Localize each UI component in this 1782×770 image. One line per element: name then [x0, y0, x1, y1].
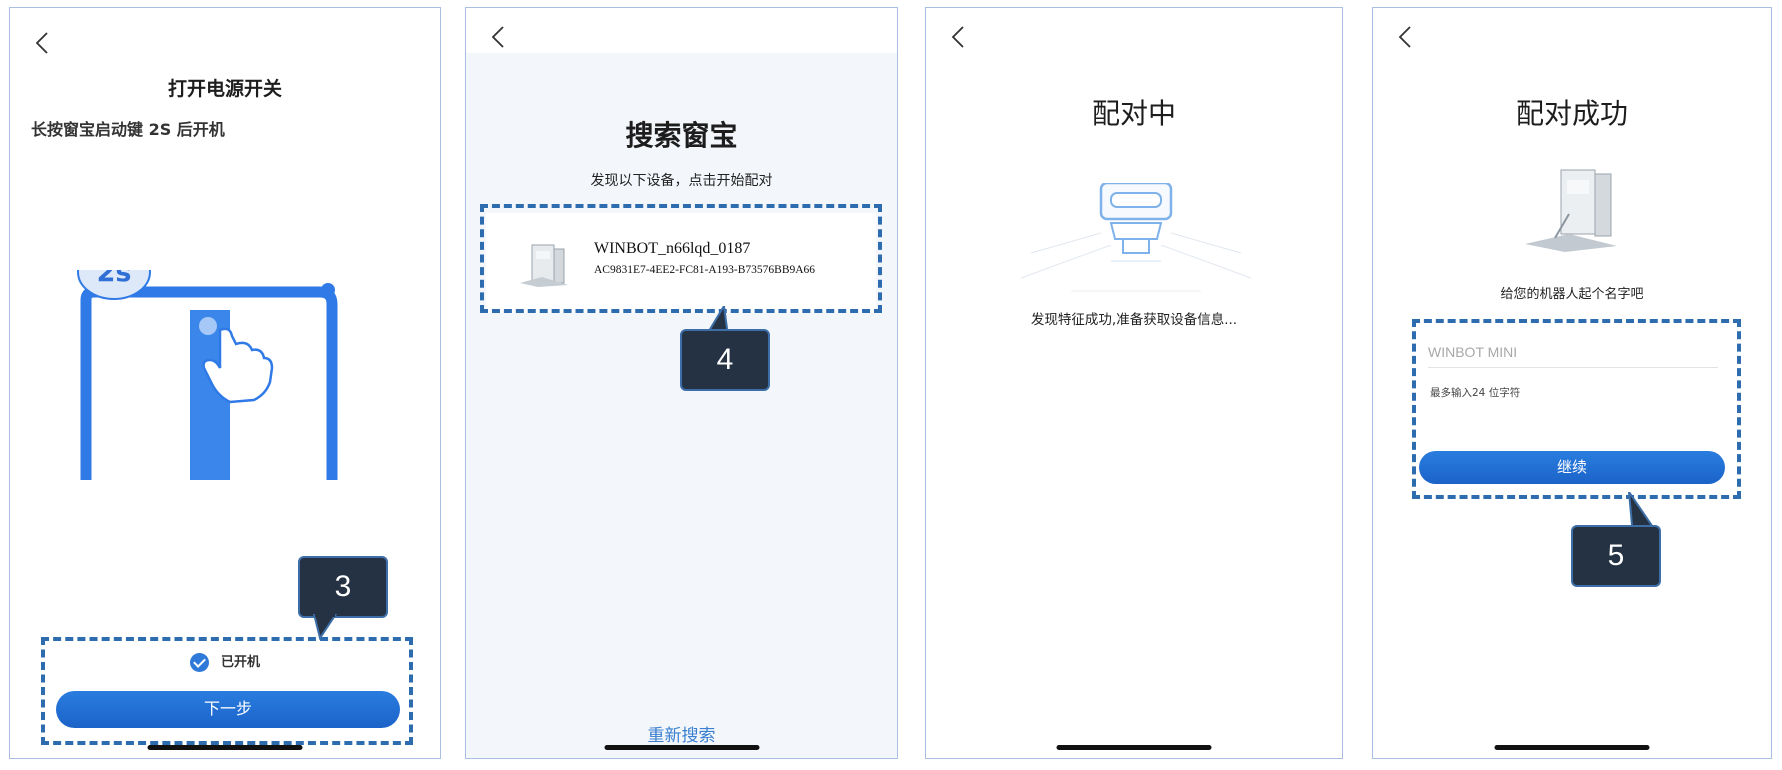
page-title: 打开电源开关: [167, 78, 282, 100]
instruction-text: 长按窗宝启动键 2S 后开机: [31, 120, 225, 139]
page-subtitle: 发现以下设备，点击开始配对: [590, 173, 773, 189]
name-prompt: 给您的机器人起个名字吧: [1500, 287, 1644, 302]
pairing-success-screen: 配对成功 给您的机器人起个名字吧 最多输入24 位字符 继续 5: [1372, 7, 1772, 759]
back-chevron-icon[interactable]: [948, 24, 968, 50]
search-device-screen: 搜索窗宝 发现以下设备，点击开始配对 WINBOT_n66lqd_0187 AC…: [465, 7, 898, 759]
power-key-icon: [199, 317, 217, 335]
page-title: 搜索窗宝: [625, 119, 738, 152]
window-robot-icon: [1525, 169, 1617, 252]
home-indicator: [147, 745, 303, 750]
page-title: 配对成功: [1515, 97, 1628, 130]
pairing-screen: 配对中 发现特征成功,准备获取设备信息...: [925, 7, 1343, 759]
highlight-box: [1412, 319, 1741, 499]
back-chevron-icon[interactable]: [1395, 24, 1415, 50]
duration-badge: 2s: [97, 270, 132, 288]
home-indicator: [1056, 745, 1212, 750]
callout-pointer: [312, 614, 338, 640]
back-chevron-icon[interactable]: [488, 24, 508, 50]
home-indicator: [604, 745, 759, 750]
tutorial-stage: 打开电源开关 长按窗宝启动键 2S 后开机 2s 已开机 下一步 3 搜索窗宝 …: [0, 0, 1782, 770]
step-callout: 4: [680, 329, 770, 391]
page-title: 配对中: [1091, 97, 1176, 130]
highlight-box: [41, 637, 413, 745]
power-button-illustration: 2s: [77, 270, 338, 480]
step-callout: 5: [1571, 525, 1661, 587]
home-indicator: [1494, 745, 1650, 750]
power-on-screen: 打开电源开关 长按窗宝启动键 2S 后开机 2s 已开机 下一步 3: [9, 7, 441, 759]
pairing-status-text: 发现特征成功,准备获取设备信息...: [1030, 312, 1238, 328]
pairing-robot-icon: [1020, 183, 1252, 292]
nav-bar: [466, 8, 897, 53]
highlight-box: [480, 204, 882, 313]
back-chevron-icon[interactable]: [32, 30, 52, 56]
search-again-link[interactable]: 重新搜索: [466, 721, 897, 746]
step-callout: 3: [298, 556, 388, 618]
